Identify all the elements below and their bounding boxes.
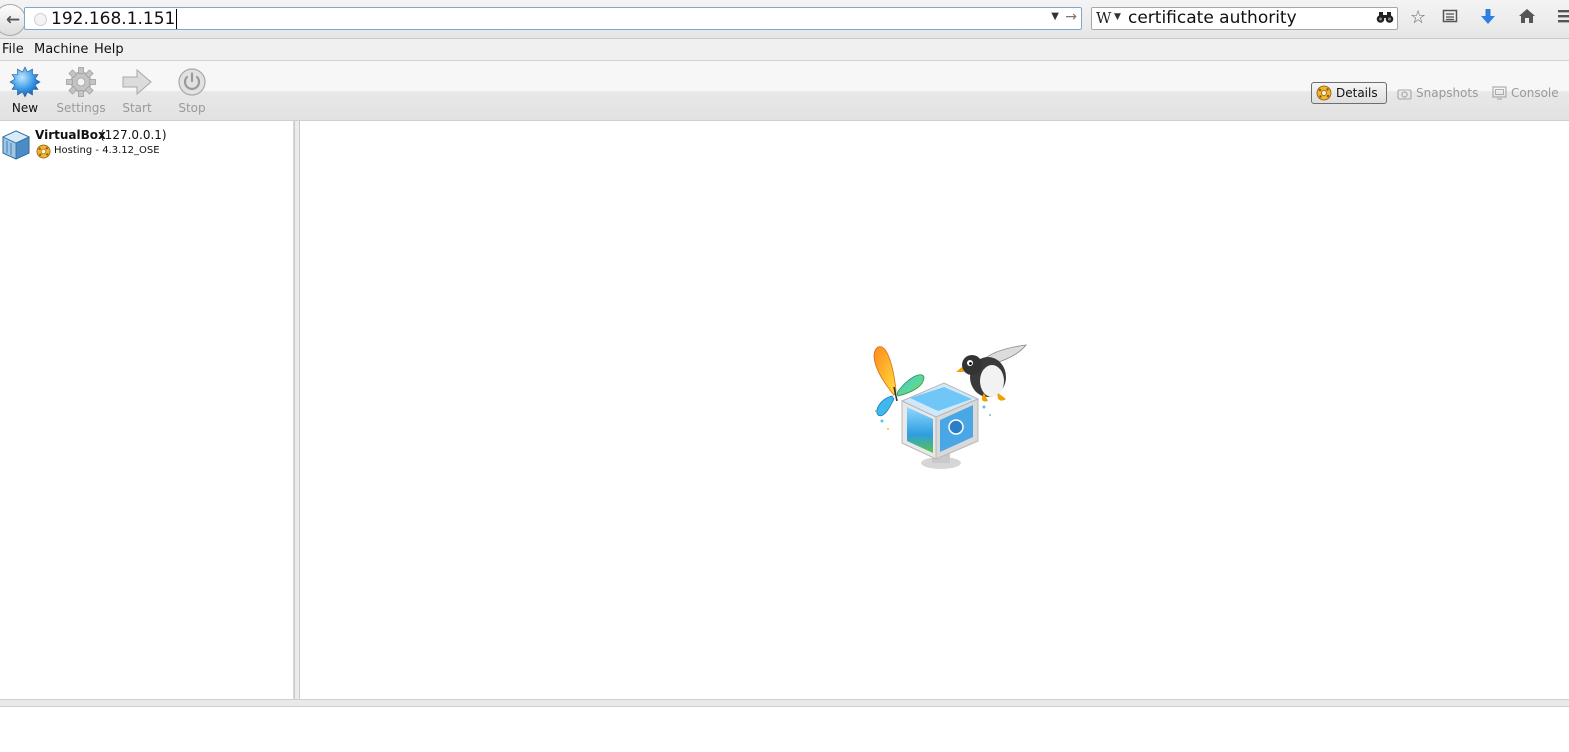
details-gear-icon bbox=[1316, 85, 1332, 101]
vm-status-text: Hosting - 4.3.12_OSE bbox=[54, 145, 160, 156]
camera-icon bbox=[1397, 88, 1412, 100]
menu-file[interactable]: File bbox=[0, 39, 26, 60]
status-gear-icon bbox=[36, 144, 51, 159]
dropdown-arrow-icon[interactable]: ▼ bbox=[1051, 11, 1059, 22]
vm-list-panel: VirtualBox (127.0.0.1) Hosting - 4.3.12_… bbox=[0, 121, 294, 699]
binoculars-icon[interactable] bbox=[1376, 9, 1394, 29]
url-text[interactable]: 192.168.1.151 bbox=[51, 9, 178, 29]
panel-splitter[interactable] bbox=[294, 121, 300, 699]
console-tab[interactable]: Console bbox=[1488, 82, 1563, 104]
new-star-icon bbox=[0, 66, 53, 98]
details-label: Details bbox=[1336, 86, 1378, 100]
status-bar bbox=[0, 699, 1569, 707]
snapshots-tab[interactable]: Snapshots bbox=[1393, 82, 1482, 104]
download-arrow-icon[interactable] bbox=[1480, 8, 1496, 31]
globe-icon bbox=[34, 13, 47, 26]
menu-machine[interactable]: Machine bbox=[32, 39, 90, 60]
settings-label: Settings bbox=[56, 101, 106, 115]
reading-list-icon[interactable] bbox=[1442, 8, 1458, 29]
back-button[interactable]: ← bbox=[0, 4, 26, 36]
menu-help[interactable]: Help bbox=[92, 39, 126, 60]
new-label: New bbox=[11, 101, 39, 115]
virtualbox-cube-icon bbox=[2, 130, 30, 160]
details-tab[interactable]: Details bbox=[1311, 82, 1387, 104]
hamburger-menu-icon[interactable] bbox=[1558, 8, 1569, 29]
search-input[interactable]: certificate authority bbox=[1128, 8, 1297, 28]
vm-list-item[interactable]: VirtualBox (127.0.0.1) Hosting - 4.3.12_… bbox=[0, 127, 293, 163]
browser-toolbar: ← 192.168.1.151 ▼ → W ▼ certificate auth… bbox=[0, 0, 1569, 39]
menu-bar: File Machine Help bbox=[0, 39, 1569, 61]
stop-button[interactable]: Stop bbox=[164, 67, 220, 115]
settings-button[interactable]: Settings bbox=[53, 67, 109, 115]
power-icon bbox=[164, 67, 220, 97]
monitor-icon bbox=[1492, 86, 1507, 100]
start-label: Start bbox=[122, 101, 152, 115]
engine-dropdown-icon[interactable]: ▼ bbox=[1114, 12, 1121, 22]
back-arrow-icon: ← bbox=[5, 10, 21, 30]
stop-label: Stop bbox=[178, 101, 206, 115]
home-icon[interactable] bbox=[1518, 8, 1536, 29]
details-pane bbox=[301, 121, 1569, 699]
search-bar[interactable]: W ▼ certificate authority bbox=[1091, 7, 1398, 30]
virtualbox-welcome-logo bbox=[873, 344, 1027, 469]
snapshots-label: Snapshots bbox=[1416, 86, 1479, 100]
vm-host: (127.0.0.1) bbox=[100, 128, 167, 142]
bookmark-star-icon[interactable]: ☆ bbox=[1410, 8, 1426, 28]
start-arrow-icon bbox=[109, 67, 165, 97]
vm-toolbar: New Settings Start Stop Details Snapshot… bbox=[0, 61, 1569, 121]
console-label: Console bbox=[1511, 86, 1559, 100]
new-button[interactable]: New bbox=[0, 66, 53, 115]
gear-icon bbox=[53, 67, 109, 97]
go-arrow-icon[interactable]: → bbox=[1065, 9, 1077, 25]
url-bar[interactable]: 192.168.1.151 ▼ → bbox=[24, 7, 1082, 30]
start-button[interactable]: Start bbox=[109, 67, 165, 115]
wikipedia-icon[interactable]: W bbox=[1096, 9, 1111, 27]
vm-name: VirtualBox bbox=[35, 128, 106, 142]
